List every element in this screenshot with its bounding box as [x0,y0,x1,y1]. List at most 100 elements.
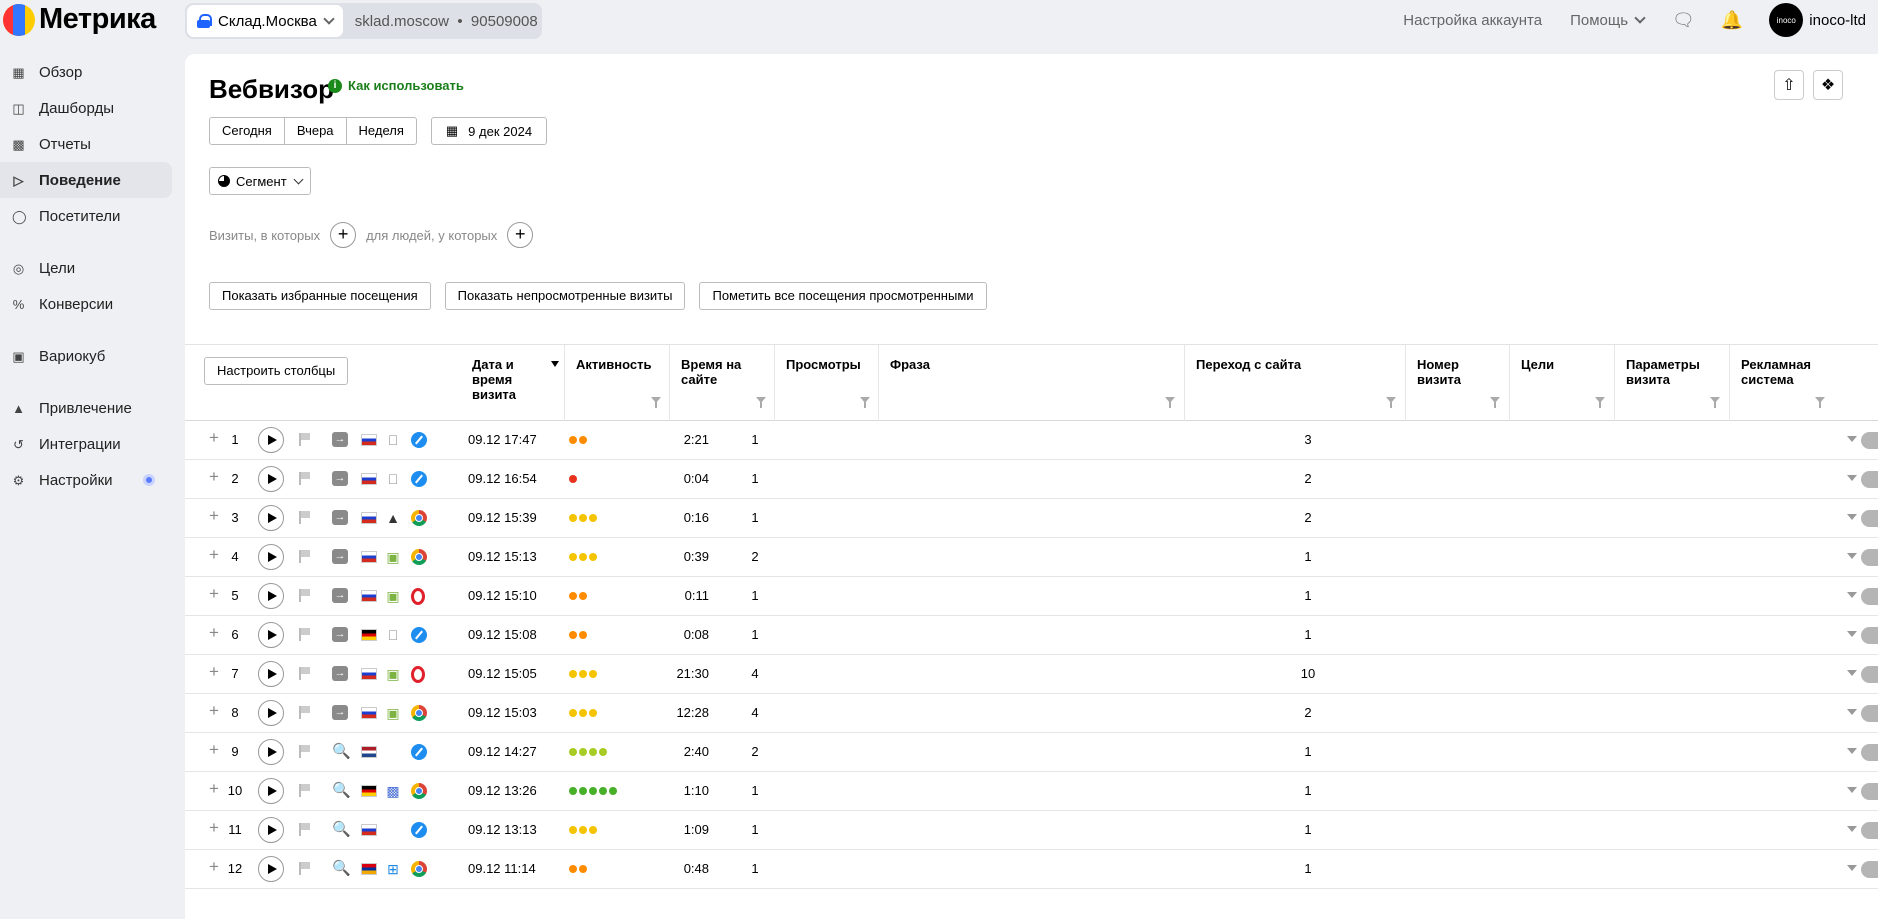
sidebar-item-visitors[interactable]: ◯ Посетители [0,198,175,234]
col-ad-system[interactable]: Рекламная система [1741,357,1821,387]
sidebar-item-dashboards[interactable]: ◫ Дашборды [0,90,175,126]
play-visit-button[interactable] [258,583,284,609]
expand-row-icon[interactable]: + [209,857,219,877]
favorite-flag-icon[interactable] [299,784,311,797]
filter-icon[interactable] [1710,397,1720,408]
table-row[interactable]: +1 →  09.12 17:47 2:21 1 3 [185,421,1878,460]
table-row[interactable]: +10 🔍 ▩ 09.12 13:26 1:10 1 1 [185,772,1878,811]
row-menu-icon[interactable] [1861,783,1878,800]
row-menu-icon[interactable] [1861,471,1878,488]
favorite-flag-icon[interactable] [299,667,311,680]
table-row[interactable]: +8 → ▣ 09.12 15:03 12:28 4 2 [185,694,1878,733]
filter-icon[interactable] [1490,397,1500,408]
bell-icon[interactable]: 🔔 [1721,10,1743,31]
sidebar-item-reports[interactable]: ▩ Отчеты [0,126,175,162]
show-unviewed-button[interactable]: Показать непросмотренные визиты [444,282,686,310]
row-menu-icon[interactable] [1861,861,1878,878]
filter-icon[interactable] [1847,592,1857,598]
sidebar-item-settings[interactable]: ⚙ Настройки [0,462,175,498]
favorite-flag-icon[interactable] [299,862,311,875]
row-menu-icon[interactable] [1861,705,1878,722]
row-menu-icon[interactable] [1861,627,1878,644]
filter-icon[interactable] [1847,865,1857,871]
assistant-button[interactable]: ❖ [1813,70,1843,100]
play-visit-button[interactable] [258,622,284,648]
favorite-flag-icon[interactable] [299,706,311,719]
filter-icon[interactable] [1847,553,1857,559]
row-menu-icon[interactable] [1861,822,1878,839]
expand-row-icon[interactable]: + [209,701,219,721]
col-referrer[interactable]: Переход с сайта [1196,357,1301,372]
favorite-flag-icon[interactable] [299,511,311,524]
favorite-flag-icon[interactable] [299,628,311,641]
row-menu-icon[interactable] [1861,549,1878,566]
filter-icon[interactable] [1847,748,1857,754]
expand-row-icon[interactable]: + [209,545,219,565]
favorite-flag-icon[interactable] [299,472,311,485]
metrika-logo[interactable]: Метрика [3,3,156,36]
favorite-flag-icon[interactable] [299,745,311,758]
row-menu-icon[interactable] [1861,744,1878,761]
table-row[interactable]: +11 🔍 09.12 13:13 1:09 1 1 [185,811,1878,850]
favorite-flag-icon[interactable] [299,589,311,602]
play-visit-button[interactable] [258,661,284,687]
row-menu-icon[interactable] [1861,588,1878,605]
help-menu[interactable]: Помощь [1570,12,1646,29]
sidebar-item-acquisition[interactable]: ▲ Привлечение [0,390,175,426]
period-today[interactable]: Сегодня [210,118,285,144]
row-menu-icon[interactable] [1861,666,1878,683]
row-menu-icon[interactable] [1861,432,1878,449]
col-visit-number[interactable]: Номер визита [1417,357,1487,387]
period-yesterday[interactable]: Вчера [285,118,347,144]
sidebar-item-variocube[interactable]: ▣ Вариокуб [0,338,175,374]
expand-row-icon[interactable]: + [209,428,219,448]
play-visit-button[interactable] [258,544,284,570]
howto-link[interactable]: i Как использовать [328,78,464,93]
sidebar-item-integrations[interactable]: ↺ Интеграции [0,426,175,462]
show-favorites-button[interactable]: Показать избранные посещения [209,282,431,310]
play-visit-button[interactable] [258,427,284,453]
filter-icon[interactable] [860,397,870,408]
export-button[interactable]: ⇧ [1774,70,1804,100]
filter-icon[interactable] [1847,709,1857,715]
col-goals[interactable]: Цели [1521,357,1554,372]
period-week[interactable]: Неделя [347,118,416,144]
sidebar-item-goals[interactable]: ◎ Цели [0,250,175,286]
play-visit-button[interactable] [258,856,284,882]
chat-icon[interactable]: 🗨 [1672,10,1695,31]
filter-icon[interactable] [1847,436,1857,442]
table-row[interactable]: +12 🔍 ⊞ 09.12 11:14 0:48 1 1 [185,850,1878,889]
col-views[interactable]: Просмотры [786,357,861,372]
table-row[interactable]: +2 →  09.12 16:54 0:04 1 2 [185,460,1878,499]
col-visit-params[interactable]: Параметры визита [1626,357,1711,387]
table-row[interactable]: +5 → ▣ 09.12 15:10 0:11 1 1 [185,577,1878,616]
row-menu-icon[interactable] [1861,510,1878,527]
play-visit-button[interactable] [258,505,284,531]
filter-icon[interactable] [1847,787,1857,793]
counter-selector[interactable]: Склад.Москва sklad.moscow • 90509008 [185,3,542,39]
play-visit-button[interactable] [258,700,284,726]
filter-icon[interactable] [756,397,766,408]
sidebar-item-conversions[interactable]: % Конверсии [0,286,175,322]
filter-icon[interactable] [1847,514,1857,520]
filter-icon[interactable] [1595,397,1605,408]
col-time-on-site[interactable]: Время на сайте [681,357,761,387]
org-name[interactable]: inoco-ltd [1809,12,1866,29]
table-row[interactable]: +4 → ▣ 09.12 15:13 0:39 2 1 [185,538,1878,577]
expand-row-icon[interactable]: + [209,818,219,838]
sort-desc-icon[interactable] [551,361,559,367]
table-row[interactable]: +6 →  09.12 15:08 0:08 1 1 [185,616,1878,655]
col-phrase[interactable]: Фраза [890,357,930,372]
expand-row-icon[interactable]: + [209,506,219,526]
mark-all-viewed-button[interactable]: Пометить все посещения просмотренными [699,282,987,310]
account-settings-link[interactable]: Настройка аккаунта [1403,12,1542,29]
filter-icon[interactable] [1847,670,1857,676]
add-people-filter-button[interactable]: + [507,222,534,248]
play-visit-button[interactable] [258,778,284,804]
table-row[interactable]: +7 → ▣ 09.12 15:05 21:30 4 10 [185,655,1878,694]
expand-row-icon[interactable]: + [209,467,219,487]
play-visit-button[interactable] [258,817,284,843]
counter-dropdown[interactable]: Склад.Москва [187,5,343,37]
segment-button[interactable]: Сегмент [209,167,311,195]
expand-row-icon[interactable]: + [209,740,219,760]
